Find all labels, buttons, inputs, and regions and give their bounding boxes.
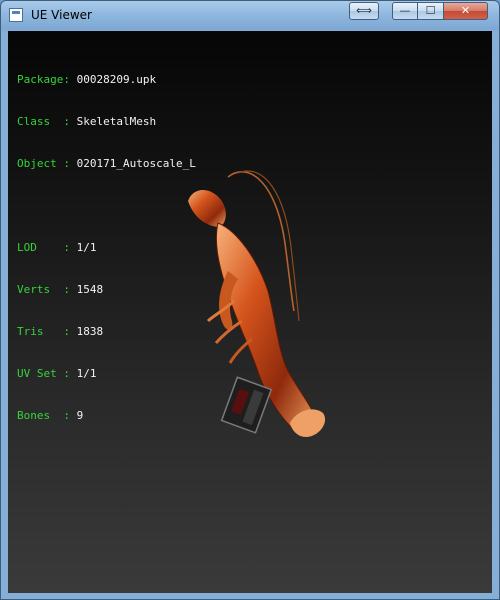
package-value: 00028209.upk (76, 73, 157, 86)
bones-value: 9 (76, 409, 84, 422)
class-row: Class : SkeletalMesh (17, 115, 196, 129)
tris-value: 1838 (76, 325, 104, 338)
close-button[interactable]: ✕ (444, 2, 488, 20)
viewer-window: UE Viewer ⟺ — ☐ ✕ Package: 00028209.upk … (0, 0, 500, 600)
class-label: Class : (17, 115, 77, 128)
maximize-button[interactable]: ☐ (418, 2, 444, 20)
window-title: UE Viewer (31, 8, 92, 22)
head (188, 189, 226, 227)
lod-value: 1/1 (76, 241, 97, 254)
class-value: SkeletalMesh (76, 115, 157, 128)
skeletal-mesh-model[interactable] (168, 161, 338, 441)
minimize-button[interactable]: — (392, 2, 418, 20)
title-bar[interactable]: UE Viewer ⟺ — ☐ ✕ (1, 1, 499, 31)
tris-label: Tris : (17, 325, 77, 338)
leg-3 (228, 337, 253, 364)
bones-label: Bones : (17, 409, 77, 422)
3d-viewport[interactable]: Package: 00028209.upk Class : SkeletalMe… (8, 31, 492, 593)
app-icon (9, 8, 23, 22)
uv-set-value: 1/1 (76, 367, 97, 380)
verts-value: 1548 (76, 283, 104, 296)
verts-label: Verts : (17, 283, 77, 296)
lod-label: LOD : (17, 241, 77, 254)
resize-button[interactable]: ⟺ (349, 2, 379, 20)
object-label: Object : (17, 157, 77, 170)
package-row: Package: 00028209.upk (17, 73, 196, 87)
uv-set-label: UV Set : (17, 367, 77, 380)
package-label: Package: (17, 73, 77, 86)
